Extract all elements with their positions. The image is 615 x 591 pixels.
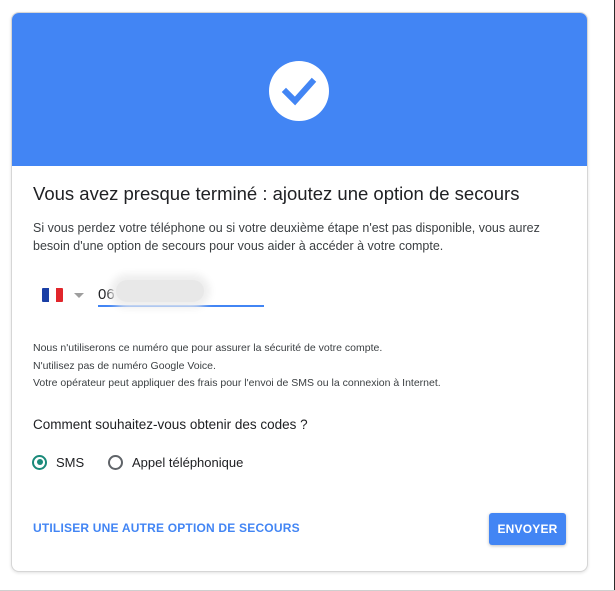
phone-usage-notes: Nous n'utiliserons ce numéro que pour as… <box>33 340 553 393</box>
radio-phone-call[interactable]: Appel téléphonique <box>108 450 243 474</box>
page-title: Vous avez presque terminé : ajoutez une … <box>33 183 520 204</box>
radio-selected-icon <box>32 454 47 470</box>
radio-unselected-icon <box>108 454 123 470</box>
success-banner <box>12 13 587 166</box>
use-another-backup-option-button[interactable]: UTILISER UNE AUTRE OPTION DE SECOURS <box>33 521 300 535</box>
note-line: Votre opérateur peut appliquer des frais… <box>33 377 441 389</box>
code-method-radio-group: SMS Appel téléphonique <box>32 450 332 474</box>
radio-sms-label: SMS <box>56 454 85 470</box>
france-flag-icon <box>42 288 63 302</box>
send-button[interactable]: ENVOYER <box>489 513 566 545</box>
code-method-question: Comment souhaitez-vous obtenir des codes… <box>33 417 308 432</box>
backup-option-card: Vous avez presque terminé : ajoutez une … <box>11 12 588 572</box>
phone-number-field[interactable]: 06 <box>98 279 264 307</box>
radio-sms[interactable]: SMS <box>32 450 84 474</box>
phone-number-value: 06 <box>98 286 115 303</box>
redacted-phone-digits <box>116 280 204 302</box>
check-circle-icon <box>269 61 329 121</box>
radio-phone-call-label: Appel téléphonique <box>132 454 244 470</box>
chevron-down-icon <box>74 293 84 298</box>
note-line: Nous n'utiliserons ce numéro que pour as… <box>33 342 383 354</box>
description-text: Si vous perdez votre téléphone ou si vot… <box>33 221 540 253</box>
note-line: N'utilisez pas de numéro Google Voice. <box>33 359 216 372</box>
country-selector[interactable] <box>42 285 92 307</box>
